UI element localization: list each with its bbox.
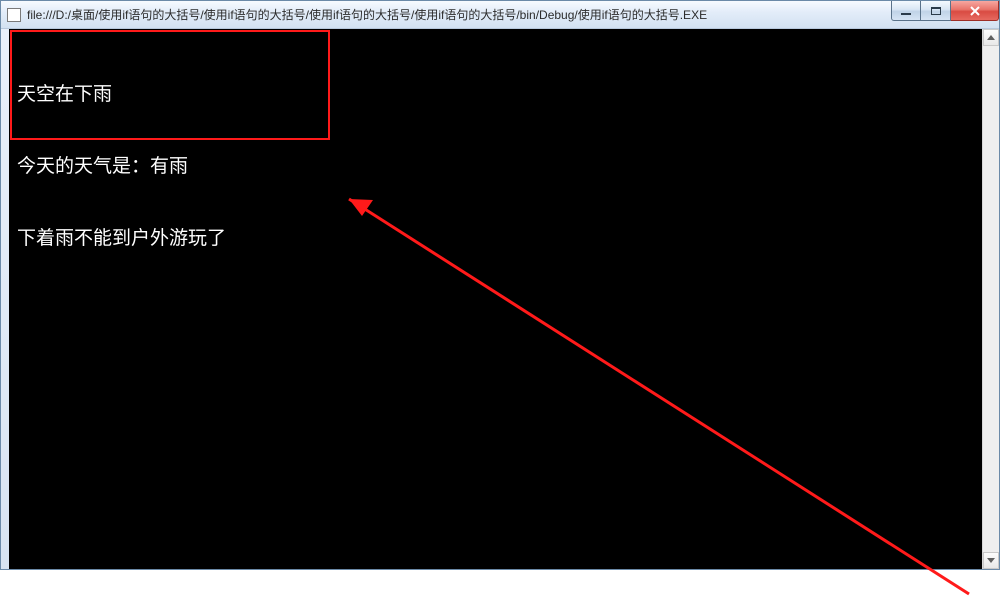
window-frame: file:///D:/桌面/使用if语句的大括号/使用if语句的大括号/使用if… [0, 0, 1000, 570]
console-line: 天空在下雨 [17, 83, 226, 107]
window-controls [891, 1, 999, 28]
chevron-down-icon [987, 558, 995, 563]
console-output: 天空在下雨 今天的天气是：有雨 下着雨不能到户外游玩了 [17, 35, 226, 299]
close-button[interactable] [951, 1, 999, 21]
scroll-track[interactable] [983, 46, 999, 552]
maximize-icon [931, 7, 941, 15]
window-title: file:///D:/桌面/使用if语句的大括号/使用if语句的大括号/使用if… [27, 6, 995, 23]
scroll-up-button[interactable] [983, 29, 999, 46]
console-line: 今天的天气是：有雨 [17, 155, 226, 179]
console-line: 下着雨不能到户外游玩了 [17, 227, 226, 251]
app-icon [7, 8, 21, 22]
console-client-area: 天空在下雨 今天的天气是：有雨 下着雨不能到户外游玩了 [9, 29, 999, 569]
vertical-scrollbar[interactable] [982, 29, 999, 569]
chevron-up-icon [987, 35, 995, 40]
close-icon [969, 6, 981, 16]
annotation-arrow [329, 174, 989, 599]
minimize-button[interactable] [891, 1, 921, 21]
titlebar[interactable]: file:///D:/桌面/使用if语句的大括号/使用if语句的大括号/使用if… [1, 1, 999, 29]
scroll-down-button[interactable] [983, 552, 999, 569]
minimize-icon [901, 13, 911, 15]
maximize-button[interactable] [921, 1, 951, 21]
